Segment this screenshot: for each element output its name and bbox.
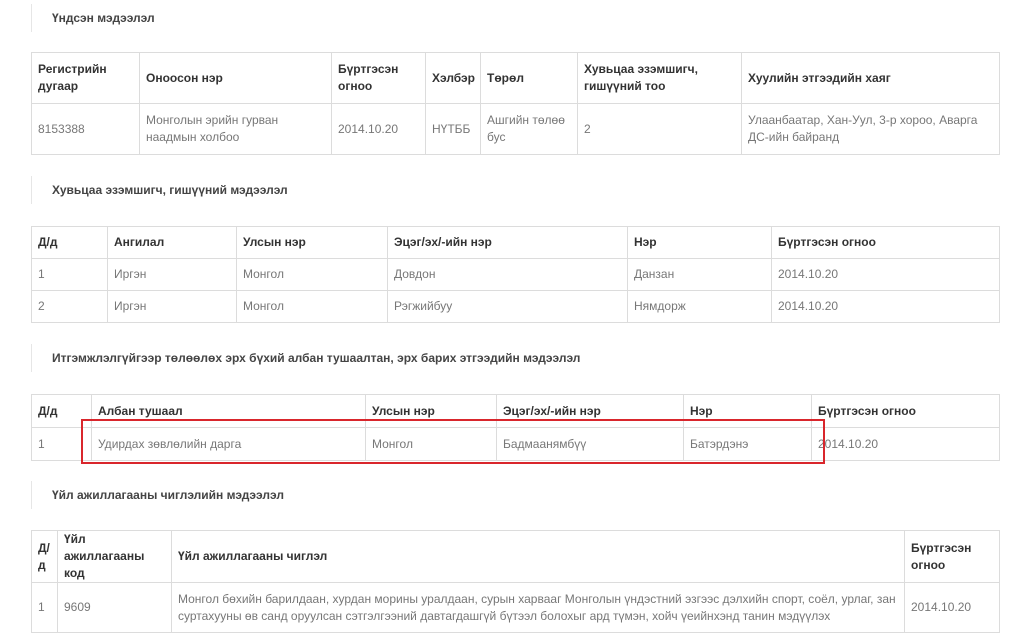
table-cell: Бадмаанямбүү	[496, 427, 684, 461]
basic-info-table: Регистрийн дугаар Оноосон нэр Бүртгэсэн …	[31, 52, 1000, 155]
table-cell: Монгол	[365, 427, 497, 461]
table-cell: 1	[31, 258, 108, 291]
table-cell: 1	[31, 582, 58, 633]
column-header: Нэр	[683, 394, 812, 428]
table-cell: Монгол	[236, 258, 388, 291]
table-cell: Рэгжийбуу	[387, 290, 628, 323]
table-cell: Монгол	[236, 290, 388, 323]
shareholders-table: Д/д Ангилал Улсын нэр Эцэг/эх/-ийн нэр Н…	[31, 226, 1000, 323]
column-header: Хувьцаа эзэмшигч, гишүүний тоо	[577, 52, 742, 104]
column-header: Үйл ажиллагааны код	[57, 530, 172, 583]
table-cell: Иргэн	[107, 258, 237, 291]
section-title: Хувьцаа эзэмшигч, гишүүний мэдээлэл	[52, 183, 288, 197]
table-cell: Монголын эрийн гурван наадмын холбоо	[139, 103, 332, 155]
section-header-officials: Итгэмжлэлгүйгээр төлөөлөх эрх бүхий алба…	[31, 344, 1000, 372]
table-cell: 2014.10.20	[904, 582, 1000, 633]
table-header-row: Д/д Ангилал Улсын нэр Эцэг/эх/-ийн нэр Н…	[31, 226, 1000, 259]
section-title: Үйл ажиллагааны чиглэлийн мэдээлэл	[52, 488, 284, 502]
table-cell: 2014.10.20	[331, 103, 426, 155]
table-cell: 8153388	[31, 103, 140, 155]
column-header: Д/д	[31, 394, 92, 428]
column-header: Д/д	[31, 226, 108, 259]
officials-table: Д/д Албан тушаал Улсын нэр Эцэг/эх/-ийн …	[31, 394, 1000, 461]
column-header: Үйл ажиллагааны чиглэл	[171, 530, 905, 583]
table-header-row: Регистрийн дугаар Оноосон нэр Бүртгэсэн …	[31, 52, 1000, 104]
column-header: Улсын нэр	[365, 394, 497, 428]
table-cell: 2014.10.20	[811, 427, 1000, 461]
table-cell: НҮТББ	[425, 103, 481, 155]
table-row: 1 Иргэн Монгол Довдон Данзан 2014.10.20	[31, 258, 1000, 291]
column-header: Бүртгэсэн огноо	[331, 52, 426, 104]
table-cell: Иргэн	[107, 290, 237, 323]
column-header: Төрөл	[480, 52, 578, 104]
column-header: Хуулийн этгээдийн хаяг	[741, 52, 1000, 104]
column-header: Албан тушаал	[91, 394, 366, 428]
table-cell: 2014.10.20	[771, 258, 1000, 291]
column-header: Бүртгэсэн огноо	[811, 394, 1000, 428]
column-header: Д/д	[31, 530, 58, 583]
table-cell: Удирдах зөвлөлийн дарга	[91, 427, 366, 461]
column-header: Оноосон нэр	[139, 52, 332, 104]
table-cell: 1	[31, 427, 92, 461]
column-header: Эцэг/эх/-ийн нэр	[496, 394, 684, 428]
section-header-activities: Үйл ажиллагааны чиглэлийн мэдээлэл	[31, 481, 1000, 509]
column-header: Эцэг/эх/-ийн нэр	[387, 226, 628, 259]
column-header: Улсын нэр	[236, 226, 388, 259]
table-header-row: Д/д Албан тушаал Улсын нэр Эцэг/эх/-ийн …	[31, 394, 1000, 428]
table-row: 1 Удирдах зөвлөлийн дарга Монгол Бадмаан…	[31, 427, 1000, 461]
table-cell: Довдон	[387, 258, 628, 291]
table-cell: Батэрдэнэ	[683, 427, 812, 461]
table-header-row: Д/д Үйл ажиллагааны код Үйл ажиллагааны …	[31, 530, 1000, 583]
column-header: Ангилал	[107, 226, 237, 259]
table-row: 2 Иргэн Монгол Рэгжийбуу Нямдорж 2014.10…	[31, 290, 1000, 323]
table-cell: Улаанбаатар, Хан-Уул, 3-р хороо, Аварга …	[741, 103, 1000, 155]
table-cell: Данзан	[627, 258, 772, 291]
table-cell: 2	[31, 290, 108, 323]
table-cell: 2014.10.20	[771, 290, 1000, 323]
section-header-basic: Үндсэн мэдээлэл	[31, 4, 1000, 32]
column-header: Бүртгэсэн огноо	[904, 530, 1000, 583]
column-header: Хэлбэр	[425, 52, 481, 104]
section-title: Итгэмжлэлгүйгээр төлөөлөх эрх бүхий алба…	[52, 351, 581, 365]
activities-table: Д/д Үйл ажиллагааны код Үйл ажиллагааны …	[31, 530, 1000, 633]
column-header: Бүртгэсэн огноо	[771, 226, 1000, 259]
table-cell: 9609	[57, 582, 172, 633]
section-header-shareholders: Хувьцаа эзэмшигч, гишүүний мэдээлэл	[31, 176, 1000, 204]
table-row: 1 9609 Монгол бөхийн барилдаан, хурдан м…	[31, 582, 1000, 633]
column-header: Нэр	[627, 226, 772, 259]
table-cell: 2	[577, 103, 742, 155]
column-header: Регистрийн дугаар	[31, 52, 140, 104]
table-row: 8153388 Монголын эрийн гурван наадмын хо…	[31, 103, 1000, 155]
section-title: Үндсэн мэдээлэл	[52, 11, 155, 25]
table-cell: Ашгийн төлөө бус	[480, 103, 578, 155]
table-cell: Нямдорж	[627, 290, 772, 323]
table-cell: Монгол бөхийн барилдаан, хурдан морины у…	[171, 582, 905, 633]
